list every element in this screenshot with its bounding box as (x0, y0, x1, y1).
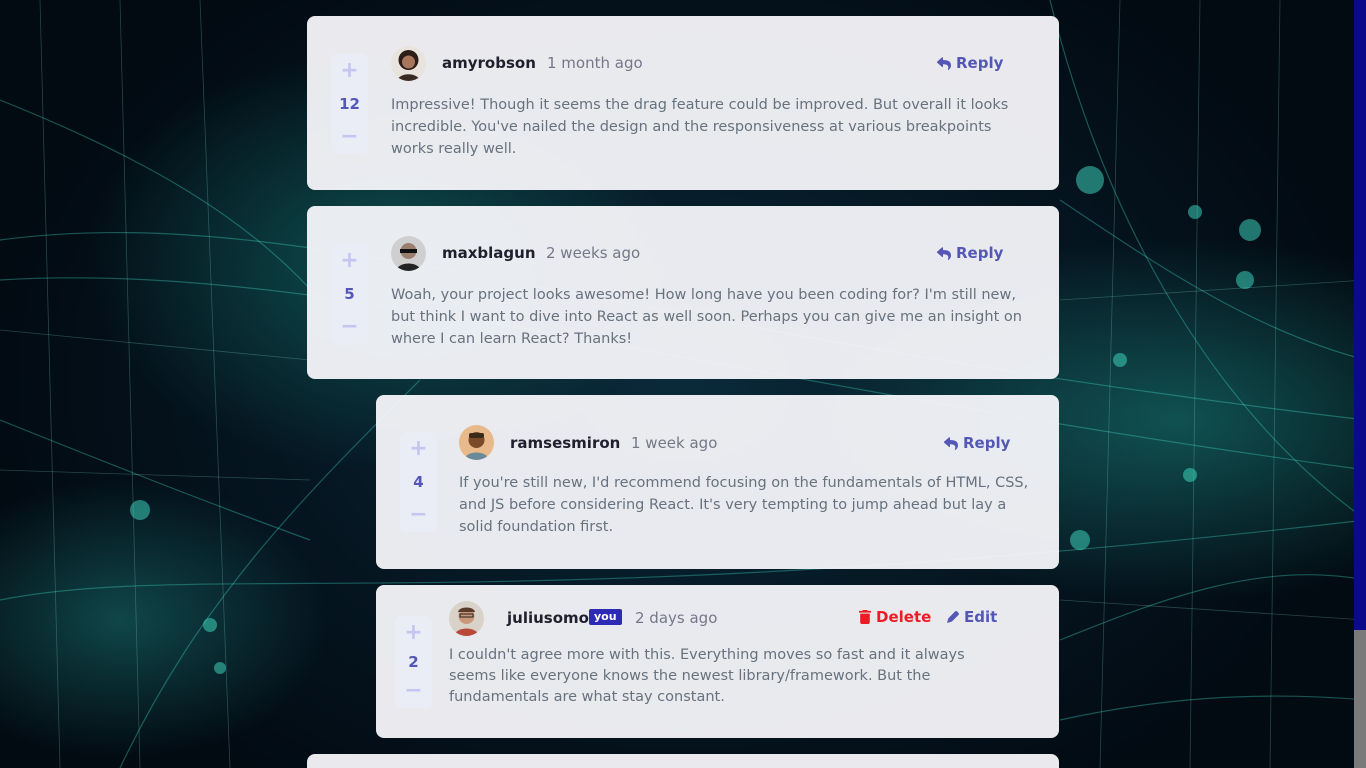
avatar-ramsesmiron-icon (459, 425, 494, 460)
timestamp: 1 month ago (547, 54, 643, 72)
comment-text: If you're still new, I'd recommend focus… (459, 475, 1029, 535)
reply-icon (937, 246, 951, 260)
upvote-button[interactable]: + (340, 250, 358, 272)
reply-card: + 4 − ramsesmiron 1 week ago Reply If yo… (376, 395, 1059, 569)
you-badge: you (589, 609, 622, 625)
upvote-button[interactable]: + (340, 60, 358, 82)
username[interactable]: amyrobson (442, 54, 536, 72)
scrollbar-thumb[interactable] (1354, 630, 1366, 768)
reply-label: Reply (956, 54, 1004, 72)
timestamp: 1 week ago (631, 434, 718, 452)
avatar (459, 425, 494, 460)
vote-score: 12 (339, 95, 360, 113)
vote-control: + 2 − (395, 616, 432, 708)
pencil-icon (947, 611, 959, 623)
avatar (449, 601, 484, 636)
comment-card-partial (307, 754, 1059, 768)
avatar-amyrobson-icon (391, 46, 426, 81)
timestamp: 2 weeks ago (546, 244, 641, 262)
comment-card: + 5 − maxblagun 2 weeks ago Reply Woah, … (307, 206, 1059, 379)
upvote-button[interactable]: + (409, 438, 427, 460)
vote-control: + 12 − (331, 54, 368, 154)
reply-button[interactable]: Reply (937, 54, 1003, 72)
delete-button[interactable]: Delete (859, 608, 931, 626)
upvote-button[interactable]: + (404, 622, 422, 644)
comment-text: Woah, your project looks awesome! How lo… (391, 287, 1022, 347)
downvote-button[interactable]: − (340, 316, 358, 338)
reply-button[interactable]: Reply (944, 434, 1010, 452)
delete-label: Delete (876, 608, 932, 626)
reply-card-own: + 2 − juliusomo you 2 days ago Delete Ed… (376, 585, 1059, 738)
downvote-button[interactable]: − (404, 680, 422, 702)
avatar (391, 46, 426, 81)
reply-label: Reply (956, 244, 1004, 262)
vote-control: + 4 − (400, 432, 437, 532)
vote-score: 5 (344, 285, 355, 303)
username[interactable]: maxblagun (442, 244, 536, 262)
vote-score: 4 (413, 473, 424, 491)
reply-button[interactable]: Reply (937, 244, 1003, 262)
avatar-maxblagun-icon (391, 236, 426, 271)
avatar (391, 236, 426, 271)
edit-label: Edit (964, 608, 998, 626)
avatar-juliusomo-icon (449, 601, 484, 636)
comment-text: Impressive! Though it seems the drag fea… (391, 97, 1009, 157)
edit-button[interactable]: Edit (947, 608, 997, 626)
reply-icon (944, 436, 958, 450)
username[interactable]: juliusomo (507, 609, 589, 627)
username[interactable]: ramsesmiron (510, 434, 620, 452)
vote-control: + 5 − (331, 244, 368, 344)
reply-icon (937, 56, 951, 70)
trash-icon (859, 610, 871, 624)
comment-text: I couldn't agree more with this. Everyth… (449, 647, 965, 705)
vote-score: 2 (408, 653, 419, 671)
downvote-button[interactable]: − (340, 126, 358, 148)
comment-card: + 12 − amyrobson 1 month ago Reply Impre… (307, 16, 1059, 190)
reply-label: Reply (963, 434, 1011, 452)
downvote-button[interactable]: − (409, 504, 427, 526)
timestamp: 2 days ago (635, 609, 718, 627)
